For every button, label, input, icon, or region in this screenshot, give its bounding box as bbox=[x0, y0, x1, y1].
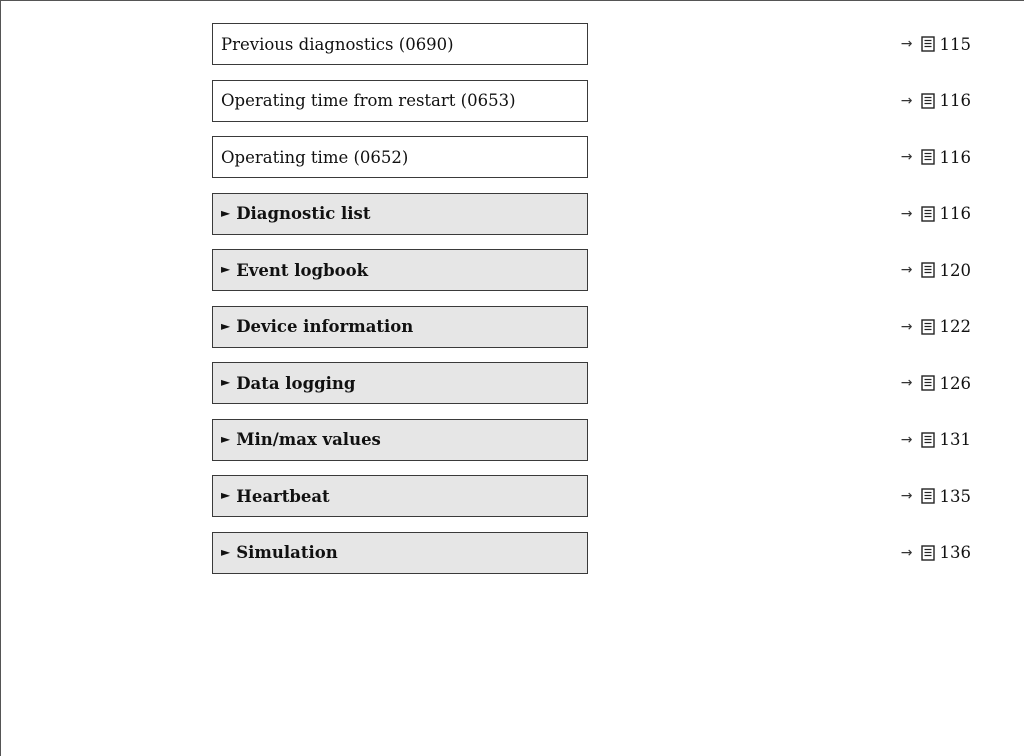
book-icon bbox=[920, 36, 935, 52]
arrow-right-icon: → bbox=[900, 318, 913, 335]
page-reference[interactable]: → 116 bbox=[901, 193, 971, 235]
arrow-right-icon: → bbox=[900, 488, 913, 504]
page-number: 131 bbox=[939, 430, 972, 449]
menu-row: ► Heartbeat → 135 bbox=[0, 475, 1024, 532]
submenu-label: Diagnostic list bbox=[236, 204, 371, 223]
page-reference[interactable]: → 122 bbox=[901, 306, 971, 348]
page-number: 122 bbox=[939, 317, 972, 336]
arrow-right-icon: → bbox=[900, 262, 913, 278]
parameter-label: Previous diagnostics (0690) bbox=[221, 34, 454, 54]
arrow-right-icon: → bbox=[900, 205, 913, 222]
page-number: 120 bbox=[939, 260, 972, 280]
submenu-marker-icon: ► bbox=[221, 431, 231, 446]
book-icon bbox=[920, 318, 935, 335]
arrow-right-icon: → bbox=[900, 36, 913, 52]
parameter-label: Operating time from restart (0653) bbox=[221, 91, 516, 110]
book-icon bbox=[920, 488, 935, 504]
submenu-box-simulation[interactable]: ► Simulation bbox=[212, 531, 588, 574]
book-icon bbox=[920, 544, 935, 561]
parameter-box[interactable]: Operating time from restart (0653) bbox=[212, 79, 588, 122]
book-icon bbox=[920, 205, 935, 222]
page-reference[interactable]: → 115 bbox=[901, 23, 971, 65]
menu-row: ► Min/max values → 131 bbox=[0, 418, 1024, 476]
submenu-marker-icon: ► bbox=[221, 488, 231, 502]
submenu-label: Event logbook bbox=[236, 260, 369, 280]
arrow-right-icon: → bbox=[900, 92, 913, 109]
submenu-label: Min/max values bbox=[236, 430, 381, 449]
submenu-marker-icon: ► bbox=[221, 544, 231, 559]
menu-row: Operating time (0652) → 116 bbox=[0, 136, 1024, 193]
submenu-marker-icon: ► bbox=[221, 262, 231, 276]
book-icon bbox=[920, 431, 935, 448]
page-number: 136 bbox=[939, 543, 972, 562]
menu-row: ► Event logbook → 120 bbox=[0, 249, 1024, 306]
menu-row: ► Simulation → 136 bbox=[0, 531, 1024, 589]
arrow-right-icon: → bbox=[900, 149, 913, 165]
submenu-box-diagnostic-list[interactable]: ► Diagnostic list bbox=[212, 192, 588, 235]
menu-row: ► Data logging → 126 bbox=[0, 362, 1024, 419]
page-number: 116 bbox=[939, 204, 972, 223]
page-reference[interactable]: → 126 bbox=[901, 362, 971, 404]
menu-row: ► Device information → 122 bbox=[0, 305, 1024, 363]
submenu-label: Heartbeat bbox=[236, 486, 330, 506]
arrow-right-icon: → bbox=[900, 544, 913, 561]
page-number: 126 bbox=[939, 373, 972, 393]
book-icon bbox=[920, 375, 935, 391]
submenu-box-device-information[interactable]: ► Device information bbox=[212, 305, 588, 348]
page-reference[interactable]: → 116 bbox=[901, 80, 971, 122]
submenu-label: Data logging bbox=[236, 373, 356, 393]
page-number: 115 bbox=[939, 34, 972, 54]
submenu-label: Simulation bbox=[236, 543, 338, 562]
frame-top-border bbox=[0, 0, 1024, 1]
book-icon bbox=[920, 92, 935, 109]
parameter-label: Operating time (0652) bbox=[221, 147, 409, 167]
page-number: 116 bbox=[939, 147, 972, 167]
submenu-box-data-logging[interactable]: ► Data logging bbox=[212, 362, 588, 404]
page-number: 135 bbox=[939, 486, 972, 506]
menu-row: Previous diagnostics (0690) → 115 bbox=[0, 23, 1024, 80]
submenu-marker-icon: ► bbox=[221, 375, 231, 389]
submenu-marker-icon: ► bbox=[221, 205, 231, 220]
submenu-box-heartbeat[interactable]: ► Heartbeat bbox=[212, 475, 588, 517]
book-icon bbox=[920, 149, 935, 165]
submenu-box-min-max-values[interactable]: ► Min/max values bbox=[212, 418, 588, 461]
submenu-marker-icon: ► bbox=[221, 318, 231, 333]
menu-structure: Previous diagnostics (0690) → 115 Operat… bbox=[0, 23, 1024, 588]
parameter-box[interactable]: Previous diagnostics (0690) bbox=[212, 23, 588, 65]
page-reference[interactable]: → 120 bbox=[901, 249, 971, 291]
page-reference[interactable]: → 131 bbox=[901, 419, 971, 461]
menu-row: ► Diagnostic list → 116 bbox=[0, 192, 1024, 250]
menu-row: Operating time from restart (0653) → 116 bbox=[0, 79, 1024, 137]
arrow-right-icon: → bbox=[900, 375, 913, 391]
page-reference[interactable]: → 116 bbox=[901, 136, 971, 178]
page-reference[interactable]: → 136 bbox=[901, 532, 971, 574]
page-reference[interactable]: → 135 bbox=[901, 475, 971, 517]
parameter-box[interactable]: Operating time (0652) bbox=[212, 136, 588, 178]
submenu-label: Device information bbox=[236, 317, 414, 336]
submenu-box-event-logbook[interactable]: ► Event logbook bbox=[212, 249, 588, 291]
page-number: 116 bbox=[939, 91, 972, 110]
book-icon bbox=[920, 262, 935, 278]
arrow-right-icon: → bbox=[900, 431, 913, 448]
